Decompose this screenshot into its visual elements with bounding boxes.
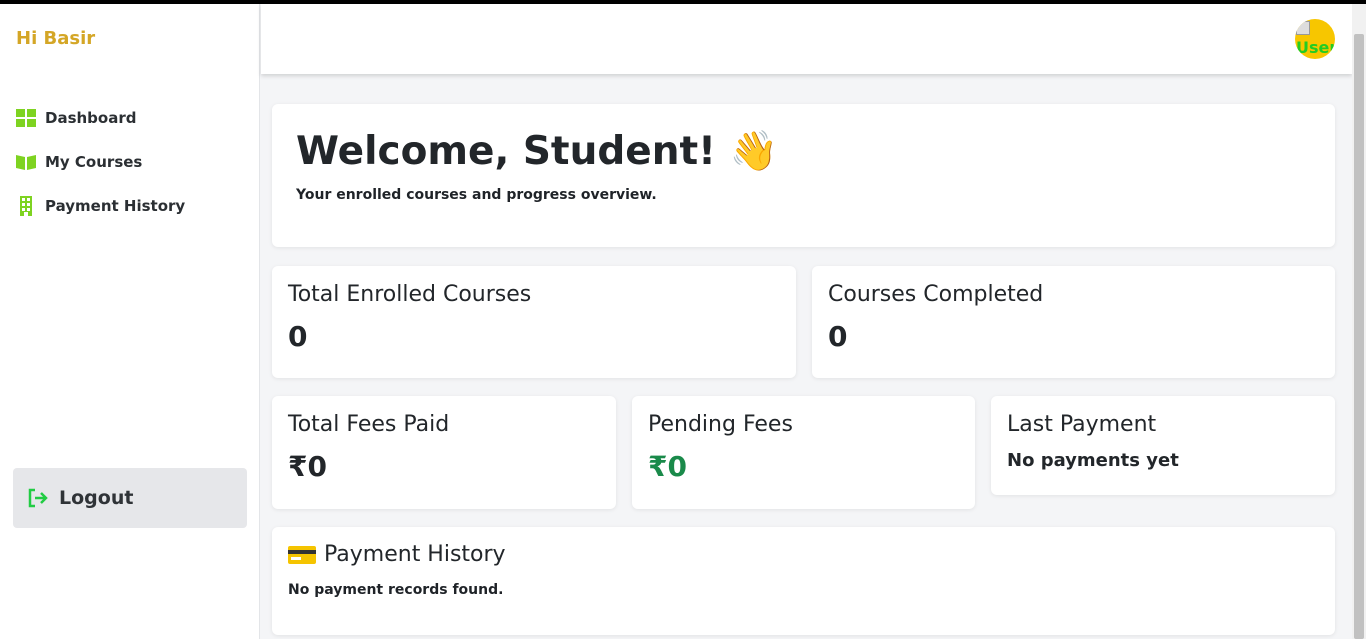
- avatar-alt-text: User: [1296, 38, 1335, 57]
- broken-image-icon: [1296, 21, 1310, 35]
- total-enrolled-card: Total Enrolled Courses 0: [272, 266, 796, 378]
- stat-value: 0: [828, 320, 848, 353]
- stat-label: Courses Completed: [828, 282, 1044, 307]
- courses-completed-card: Courses Completed 0: [812, 266, 1335, 378]
- sidebar-item-payment-history[interactable]: Payment History: [16, 194, 185, 218]
- page-subtitle: Your enrolled courses and progress overv…: [296, 187, 657, 203]
- stat-label: Total Enrolled Courses: [288, 282, 532, 307]
- empty-state-text: No payment records found.: [288, 582, 504, 598]
- stat-value: ₹0: [288, 450, 327, 483]
- page-title: Welcome, Student! 👋: [296, 129, 779, 174]
- credit-card-icon: [288, 545, 316, 564]
- logout-button[interactable]: Logout: [13, 468, 247, 528]
- logout-icon: [28, 488, 48, 508]
- section-title-text: Payment History: [324, 542, 506, 567]
- sidebar-item-label: Dashboard: [45, 109, 137, 127]
- open-book-icon: [16, 152, 36, 172]
- stat-label: Total Fees Paid: [288, 412, 450, 437]
- stat-value: 0: [288, 320, 308, 353]
- user-avatar[interactable]: User: [1295, 19, 1335, 59]
- building-icon: [16, 196, 36, 216]
- pending-fees-card: Pending Fees ₹0: [632, 396, 975, 509]
- logout-label: Logout: [59, 487, 134, 509]
- sidebar-item-label: My Courses: [45, 153, 143, 171]
- top-header: User: [261, 4, 1352, 74]
- sidebar-item-dashboard[interactable]: Dashboard: [16, 106, 185, 130]
- sidebar-item-my-courses[interactable]: My Courses: [16, 150, 185, 174]
- welcome-card: Welcome, Student! 👋 Your enrolled course…: [272, 104, 1335, 247]
- section-title: Payment History: [288, 542, 506, 567]
- scrollbar-thumb[interactable]: [1354, 34, 1364, 639]
- user-greeting: Hi Basir: [16, 28, 96, 49]
- last-payment-card: Last Payment No payments yet: [991, 396, 1335, 495]
- sidebar-nav: Dashboard My Courses Payment History: [16, 106, 185, 238]
- stat-value: ₹0: [648, 450, 687, 483]
- total-fees-paid-card: Total Fees Paid ₹0: [272, 396, 616, 509]
- sidebar: Hi Basir Dashboard My Courses Payment Hi…: [0, 4, 260, 639]
- stat-label: Pending Fees: [648, 412, 793, 437]
- stat-label: Last Payment: [1007, 412, 1157, 437]
- stat-value: No payments yet: [1007, 450, 1179, 471]
- sidebar-item-label: Payment History: [45, 197, 186, 215]
- page-scrollbar[interactable]: [1352, 4, 1366, 639]
- payment-history-card: Payment History No payment records found…: [272, 527, 1335, 635]
- dashboard-grid-icon: [16, 108, 36, 128]
